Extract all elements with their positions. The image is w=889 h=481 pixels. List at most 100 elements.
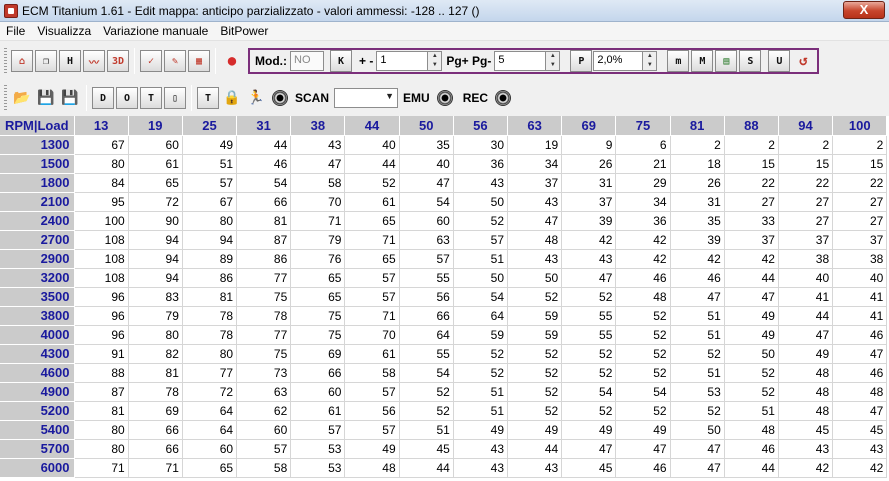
map-cell[interactable]: 91 — [74, 344, 129, 364]
map-cell[interactable]: 52 — [615, 363, 671, 383]
map-cell[interactable]: 46 — [832, 325, 888, 345]
copy-windows-icon[interactable]: ❐ — [35, 50, 57, 72]
map-cell[interactable]: 42 — [778, 458, 834, 478]
map-cell[interactable]: 57 — [182, 173, 238, 193]
map-cell[interactable]: 61 — [344, 192, 400, 212]
t-button[interactable]: T — [140, 87, 162, 109]
map-cell[interactable]: 52 — [561, 401, 617, 421]
map-cell[interactable]: 52 — [561, 344, 617, 364]
pg-field[interactable]: 5 — [494, 51, 547, 71]
pg-stepper[interactable]: ▲ ▼ — [546, 51, 561, 71]
map-cell[interactable]: 47 — [778, 325, 834, 345]
map-cell[interactable]: 77 — [182, 363, 238, 383]
map-cell[interactable]: 50 — [724, 344, 779, 364]
map-cell[interactable]: 94 — [182, 230, 238, 250]
map-cell[interactable]: 47 — [507, 211, 563, 231]
map-cell[interactable]: 42 — [832, 458, 888, 478]
map-cell[interactable]: 41 — [778, 287, 834, 307]
map-cell[interactable]: 71 — [128, 458, 183, 478]
map-cell[interactable]: 89 — [182, 249, 238, 269]
map-cell[interactable]: 77 — [236, 268, 292, 288]
map-cell[interactable]: 54 — [399, 192, 454, 212]
map-cell[interactable]: 44 — [344, 154, 400, 174]
map-cell[interactable]: 96 — [74, 287, 129, 307]
map-cell[interactable]: 75 — [236, 344, 292, 364]
map-cell[interactable]: 57 — [236, 439, 292, 459]
map-cell[interactable]: 75 — [236, 287, 292, 307]
map-cell[interactable]: 80 — [182, 344, 238, 364]
map-cell[interactable]: 43 — [507, 458, 563, 478]
map-cell[interactable]: 49 — [507, 420, 563, 440]
u-button[interactable]: U — [768, 50, 791, 72]
map-cell[interactable]: 52 — [615, 344, 671, 364]
map-cell[interactable]: 88 — [74, 363, 129, 383]
map-cell[interactable]: 51 — [670, 325, 725, 345]
load-column-header[interactable]: 94 — [778, 116, 834, 136]
map-cell[interactable]: 65 — [128, 173, 183, 193]
map-cell[interactable]: 61 — [344, 344, 400, 364]
map-cell[interactable]: 31 — [670, 192, 725, 212]
map-cell[interactable]: 26 — [670, 173, 725, 193]
map-cell[interactable]: 71 — [74, 458, 129, 478]
map-cell[interactable]: 43 — [778, 439, 834, 459]
map-cell[interactable]: 49 — [453, 420, 509, 440]
map-cell[interactable]: 9 — [561, 135, 617, 155]
map-cell[interactable]: 47 — [832, 401, 888, 421]
plusminus-field[interactable]: 1 — [376, 51, 429, 71]
load-column-header[interactable]: 19 — [128, 116, 183, 136]
map-cell[interactable]: 49 — [182, 135, 238, 155]
map-cell[interactable]: 70 — [290, 192, 346, 212]
map-cell[interactable]: 15 — [778, 154, 834, 174]
map-cell[interactable]: 78 — [236, 306, 292, 326]
undo-icon[interactable]: ↺ — [792, 50, 814, 72]
scan-select[interactable] — [334, 88, 399, 108]
map-cell[interactable]: 40 — [344, 135, 400, 155]
map-cell[interactable]: 27 — [832, 192, 888, 212]
map-cell[interactable]: 51 — [670, 306, 725, 326]
load-column-header[interactable]: 69 — [561, 116, 617, 136]
rec-button[interactable] — [495, 90, 512, 106]
close-button[interactable]: X — [843, 1, 885, 19]
map-cell[interactable]: 37 — [778, 230, 834, 250]
map-cell[interactable]: 53 — [670, 382, 725, 402]
lock-icon[interactable]: 🔒 — [221, 87, 243, 109]
map-cell[interactable]: 46 — [615, 458, 671, 478]
map-cell[interactable]: 75 — [290, 325, 346, 345]
open-folder-icon[interactable]: 📂 — [11, 87, 33, 109]
map-cell[interactable]: 52 — [453, 211, 509, 231]
map-cell[interactable]: 2 — [832, 135, 888, 155]
map-cell[interactable]: 65 — [344, 249, 400, 269]
map-cell[interactable]: 42 — [561, 230, 617, 250]
load-column-header[interactable]: 50 — [399, 116, 454, 136]
map-cell[interactable]: 51 — [670, 363, 725, 383]
o-button[interactable]: O — [116, 87, 138, 109]
map-cell[interactable]: 73 — [236, 363, 292, 383]
p-button[interactable]: P — [570, 50, 593, 72]
map-cell[interactable]: 59 — [507, 325, 563, 345]
map-cell[interactable]: 40 — [778, 268, 834, 288]
map-cell[interactable]: 53 — [290, 439, 346, 459]
map-cell[interactable]: 2 — [778, 135, 834, 155]
map-cell[interactable]: 65 — [344, 211, 400, 231]
map-cell[interactable]: 15 — [832, 154, 888, 174]
load-column-header[interactable]: 13 — [74, 116, 129, 136]
map-cell[interactable]: 37 — [561, 192, 617, 212]
map-cell[interactable]: 80 — [74, 420, 129, 440]
map-cell[interactable]: 63 — [399, 230, 454, 250]
map-cell[interactable]: 47 — [399, 173, 454, 193]
menu-file[interactable]: File — [0, 24, 31, 38]
map-cell[interactable]: 67 — [182, 192, 238, 212]
map-cell[interactable]: 94 — [128, 268, 183, 288]
map-cell[interactable]: 37 — [507, 173, 563, 193]
map-cell[interactable]: 72 — [182, 382, 238, 402]
map-cell[interactable]: 64 — [453, 306, 509, 326]
map-cell[interactable]: 54 — [615, 382, 671, 402]
map-cell[interactable]: 42 — [724, 249, 779, 269]
map-cell[interactable]: 87 — [236, 230, 292, 250]
rpm-row-header[interactable]: 6000 — [0, 458, 75, 478]
map-cell[interactable]: 43 — [290, 135, 346, 155]
map-cell[interactable]: 71 — [290, 211, 346, 231]
map-cell[interactable]: 46 — [832, 363, 888, 383]
rpm-row-header[interactable]: 3500 — [0, 287, 75, 307]
map-cell[interactable]: 90 — [128, 211, 183, 231]
